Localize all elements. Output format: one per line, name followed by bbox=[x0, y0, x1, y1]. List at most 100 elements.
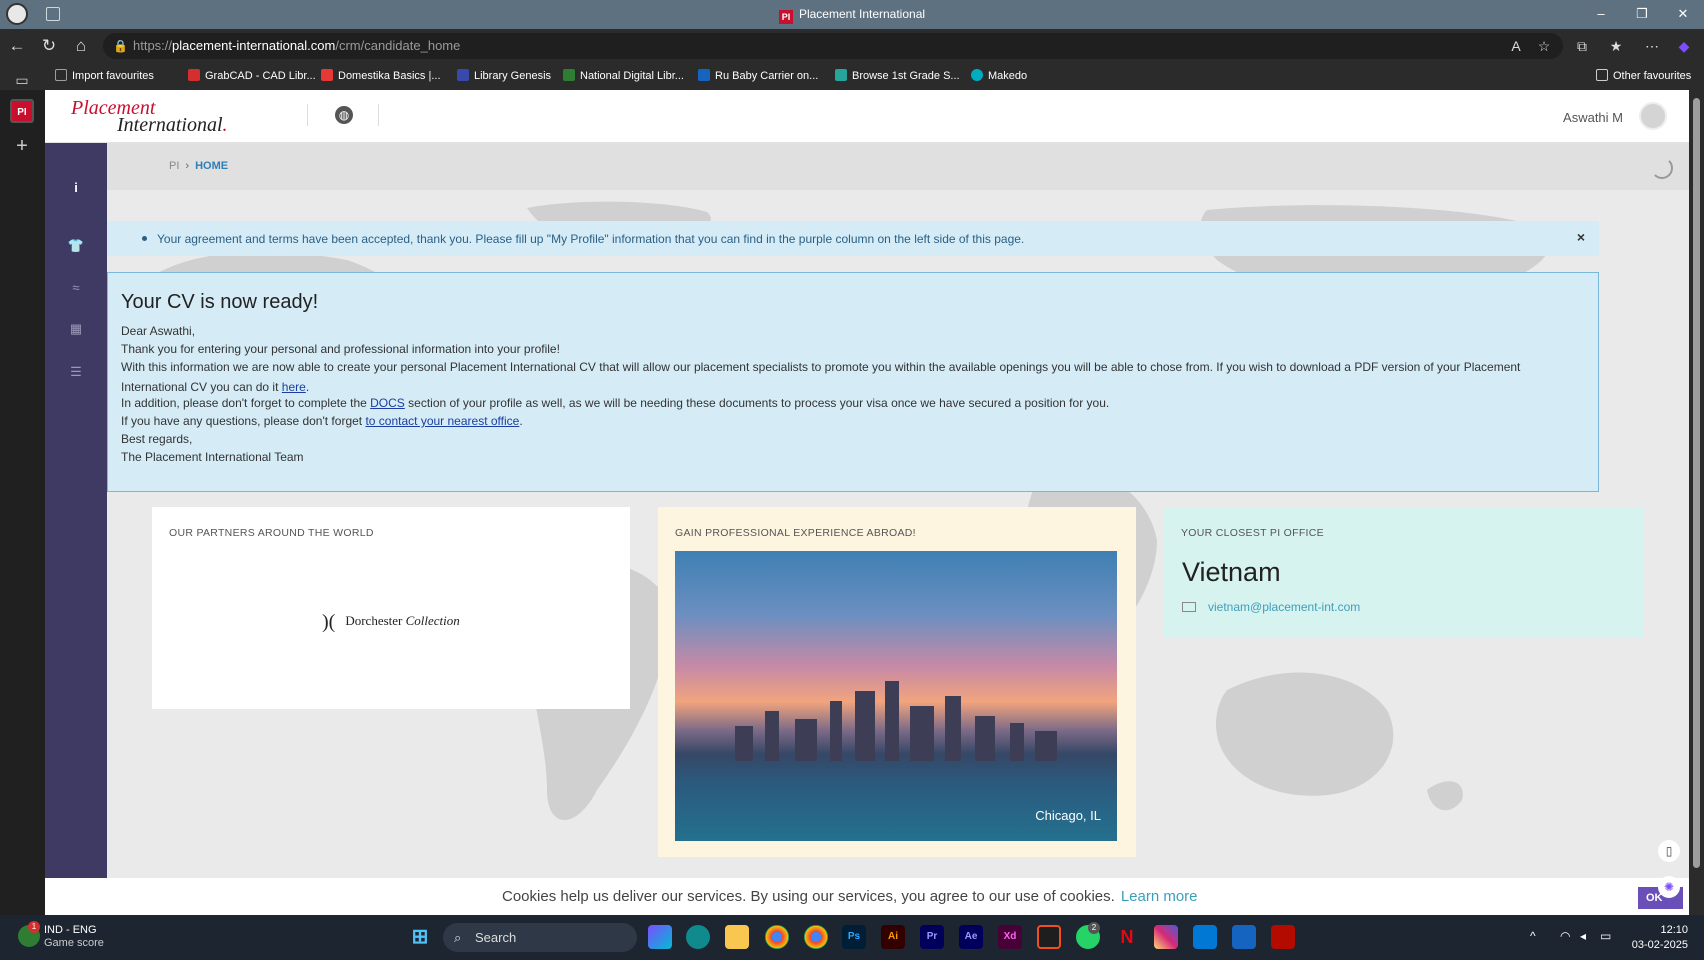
bookmark-item[interactable]: Makedo bbox=[971, 69, 1027, 82]
bookmark-item[interactable]: GrabCAD - CAD Libr... bbox=[188, 69, 316, 82]
purple-sidebar: i 👕 ≈ ▦ ☰ bbox=[45, 143, 107, 878]
bookmark-icon bbox=[188, 69, 200, 81]
office-card-title: YOUR CLOSEST PI OFFICE bbox=[1181, 527, 1324, 539]
figma-icon[interactable] bbox=[1037, 925, 1061, 949]
netflix-icon[interactable]: N bbox=[1115, 925, 1139, 949]
bookmark-icon bbox=[698, 69, 710, 81]
file-explorer-icon[interactable] bbox=[725, 925, 749, 949]
page-scrollbar[interactable] bbox=[1689, 90, 1704, 915]
instagram-icon[interactable] bbox=[1154, 925, 1178, 949]
loading-spinner-icon bbox=[1651, 157, 1673, 179]
cookie-banner: Cookies help us deliver our services. By… bbox=[45, 878, 1689, 915]
acrobat-icon[interactable] bbox=[1271, 925, 1295, 949]
favorites-icon[interactable]: ★ bbox=[1604, 35, 1628, 57]
tab-list-icon[interactable]: ▭ bbox=[10, 68, 34, 92]
breadcrumb-root[interactable]: PI bbox=[169, 160, 179, 172]
info-icon[interactable]: i bbox=[66, 178, 86, 198]
learn-more-link[interactable]: Learn more bbox=[1121, 888, 1198, 905]
new-tab-icon[interactable]: + bbox=[10, 134, 34, 158]
close-window-icon[interactable]: ✕ bbox=[1668, 4, 1698, 24]
address-toolbar: ← ↻ ⌂ 🔒 https://placement-international.c… bbox=[0, 29, 1704, 63]
copilot-icon[interactable]: ◆ bbox=[1672, 35, 1696, 57]
skyline-silhouette bbox=[725, 681, 1065, 761]
bookmark-icon bbox=[321, 69, 333, 81]
experience-card: GAIN PROFESSIONAL EXPERIENCE ABROAD! Chi… bbox=[658, 507, 1136, 857]
globe-icon[interactable]: ◍ bbox=[335, 106, 353, 124]
url-field[interactable]: 🔒 https://placement-international.com/crm… bbox=[103, 33, 1563, 59]
xd-icon[interactable]: Xd bbox=[998, 925, 1022, 949]
wifi-icon[interactable]: ◠ bbox=[1560, 929, 1570, 943]
taskbar-search[interactable]: ⌕ Search bbox=[443, 923, 637, 952]
after-effects-icon[interactable]: Ae bbox=[959, 925, 983, 949]
docs-link[interactable]: DOCS bbox=[370, 396, 405, 410]
cv-download-link[interactable]: here bbox=[282, 380, 306, 394]
header-divider bbox=[307, 104, 308, 126]
windows-start-icon[interactable]: ⊞ bbox=[408, 925, 432, 949]
photo-caption: Chicago, IL bbox=[1035, 808, 1101, 823]
edge-browser-icon[interactable] bbox=[686, 925, 710, 949]
notepad-icon[interactable] bbox=[1232, 925, 1256, 949]
bookmark-item[interactable]: Library Genesis bbox=[457, 69, 551, 82]
cv-title: Your CV is now ready! bbox=[121, 291, 319, 313]
assistant-icon[interactable]: ✺ bbox=[1658, 876, 1680, 898]
chrome-icon[interactable] bbox=[765, 925, 789, 949]
extensions-icon[interactable]: ⧉ bbox=[1570, 35, 1594, 57]
battery-icon[interactable]: ▭ bbox=[1600, 929, 1611, 943]
premiere-icon[interactable]: Pr bbox=[920, 925, 944, 949]
cv-ready-panel: Your CV is now ready! Dear Aswathi, Than… bbox=[107, 272, 1599, 492]
minimize-icon[interactable]: – bbox=[1586, 4, 1616, 24]
office-email-link[interactable]: vietnam@placement-int.com bbox=[1208, 600, 1360, 614]
contact-office-link[interactable]: to contact your nearest office bbox=[365, 414, 519, 428]
favorite-star-icon[interactable]: ☆ bbox=[1532, 35, 1556, 57]
profile-icon[interactable]: 👕 bbox=[66, 236, 86, 256]
breadcrumb: PI › HOME bbox=[169, 160, 229, 172]
lock-icon: 🔒 bbox=[113, 39, 128, 53]
whatsapp-badge: 2 bbox=[1088, 922, 1100, 934]
outlook-icon[interactable] bbox=[1193, 925, 1217, 949]
language-indicator[interactable]: IND - ENG bbox=[44, 924, 104, 937]
restore-icon[interactable]: ❐ bbox=[1627, 4, 1657, 24]
dorchester-collection-logo[interactable]: )(Dorchester Collection bbox=[322, 611, 460, 634]
read-aloud-icon[interactable]: A bbox=[1504, 35, 1528, 57]
volume-icon[interactable]: ◂ bbox=[1580, 929, 1586, 943]
illustrator-icon[interactable]: Ai bbox=[881, 925, 905, 949]
bookmark-item[interactable]: Import favourites bbox=[55, 69, 154, 82]
bookmark-icon bbox=[563, 69, 575, 81]
bookmark-icon bbox=[55, 69, 67, 81]
windows-taskbar: 1 IND - ENG Game score ⊞ ⌕ Search Ps Ai Pr… bbox=[0, 915, 1704, 960]
chrome-profile-icon[interactable] bbox=[804, 925, 828, 949]
refresh-icon[interactable]: ↻ bbox=[36, 35, 62, 57]
chicago-skyline-photo[interactable]: Chicago, IL bbox=[675, 551, 1117, 841]
list-icon[interactable]: ☰ bbox=[66, 362, 86, 382]
back-icon[interactable]: ← bbox=[4, 35, 30, 57]
window-titlebar: PI Placement International – ❐ ✕ bbox=[0, 0, 1704, 29]
other-favourites[interactable]: Other favourites bbox=[1596, 69, 1691, 82]
bookmark-item[interactable]: Ru Baby Carrier on... bbox=[698, 69, 818, 82]
user-name[interactable]: Aswathi M bbox=[1563, 110, 1623, 125]
breadcrumb-bar: PI › HOME bbox=[107, 143, 1689, 190]
breadcrumb-current: HOME bbox=[195, 160, 229, 172]
rss-icon[interactable]: ≈ bbox=[66, 278, 86, 298]
bookmark-item[interactable]: Domestika Basics |... bbox=[321, 69, 441, 82]
avatar[interactable] bbox=[1639, 102, 1667, 130]
home-icon[interactable]: ⌂ bbox=[68, 35, 94, 57]
more-menu-icon[interactable]: ⋯ bbox=[1640, 35, 1664, 57]
window-title: PI Placement International bbox=[0, 7, 1704, 24]
tab-placement-international[interactable]: PI bbox=[10, 99, 34, 123]
closest-office-card: YOUR CLOSEST PI OFFICE Vietnam vietnam@p… bbox=[1164, 507, 1644, 637]
experience-title: GAIN PROFESSIONAL EXPERIENCE ABROAD! bbox=[675, 527, 916, 539]
site-logo[interactable]: Placement International. bbox=[71, 98, 228, 135]
reading-view-icon[interactable]: ▯ bbox=[1658, 840, 1680, 862]
bookmark-item[interactable]: National Digital Libr... bbox=[563, 69, 684, 82]
bookmarks-bar: Import favourites GrabCAD - CAD Libr... … bbox=[0, 63, 1704, 90]
show-hidden-icons-icon[interactable]: ^ bbox=[1530, 929, 1536, 943]
bookmark-icon bbox=[971, 69, 983, 81]
copilot-taskbar-icon[interactable] bbox=[648, 925, 672, 949]
partners-title: OUR PARTNERS AROUND THE WORLD bbox=[169, 527, 374, 539]
bookmark-item[interactable]: Browse 1st Grade S... bbox=[835, 69, 960, 82]
close-alert-icon[interactable]: × bbox=[1577, 229, 1585, 245]
success-alert: Your agreement and terms have been accep… bbox=[107, 221, 1599, 256]
photoshop-icon[interactable]: Ps bbox=[842, 925, 866, 949]
calendar-icon[interactable]: ▦ bbox=[66, 319, 86, 339]
clock[interactable]: 12:10 03-02-2025 bbox=[1632, 923, 1688, 953]
